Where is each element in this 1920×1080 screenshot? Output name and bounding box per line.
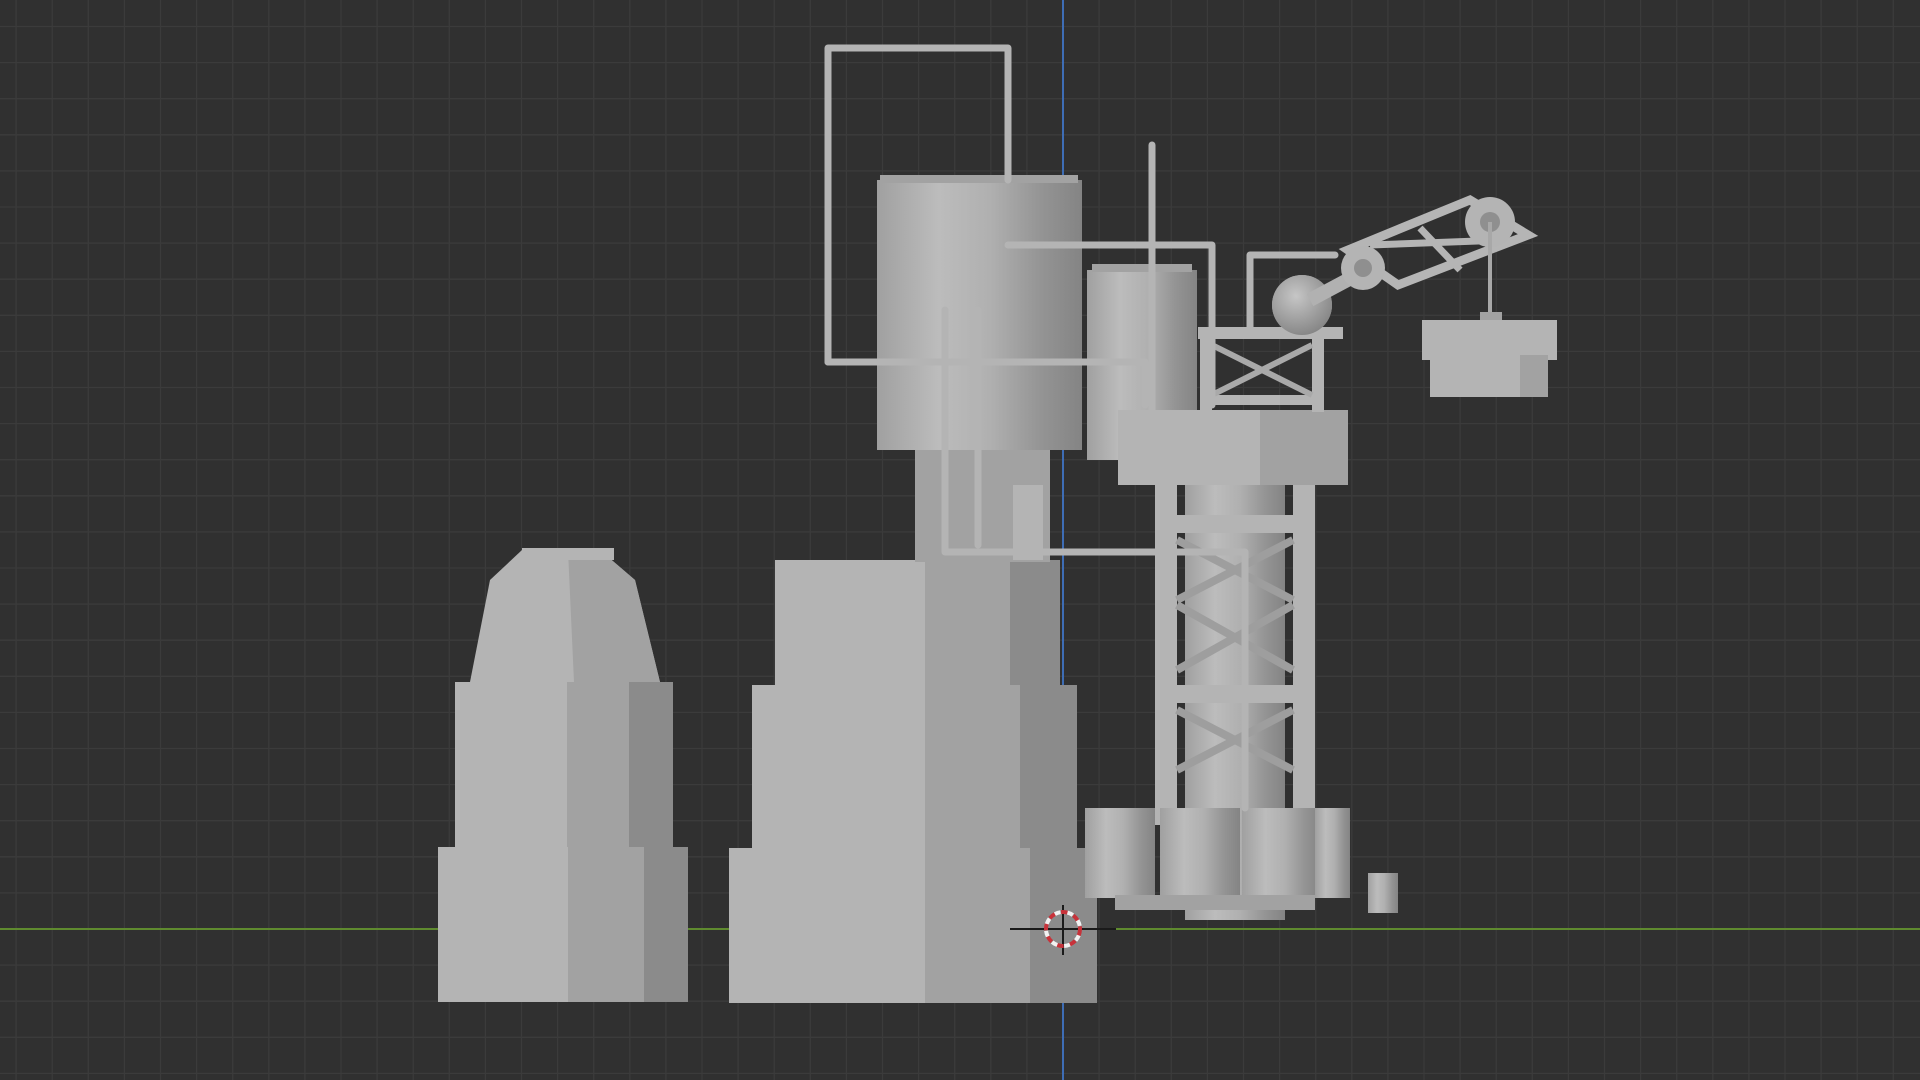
small-canister[interactable] [1368, 873, 1398, 913]
crate-lid [1422, 320, 1557, 360]
engine-sphere-shading [1272, 275, 1332, 335]
3d-viewport[interactable] [0, 0, 1920, 1080]
secondary-tank-rim [1092, 264, 1192, 272]
central-kiln-top-shade [925, 560, 1010, 685]
central-kiln-base[interactable] [729, 560, 1097, 1003]
barrel-1 [1085, 808, 1155, 898]
tower-crossbar-1 [1155, 515, 1315, 533]
tower-right-leg [1293, 460, 1315, 825]
tank-rim [880, 175, 1078, 183]
tower-left-leg [1155, 460, 1177, 825]
tower-crossbar-2 [1155, 685, 1315, 703]
crate-body-shade [1520, 355, 1548, 397]
tower-top-frame-bottom [1200, 395, 1324, 405]
barrel-3 [1242, 808, 1320, 898]
barrel-4 [1315, 808, 1350, 898]
left-kiln-top-cone-shade [568, 550, 660, 682]
barrel-2 [1160, 808, 1240, 898]
left-kiln-base-shade [568, 847, 644, 1002]
central-kiln-middle-dark [1020, 685, 1077, 848]
left-kiln-base-dark [644, 847, 688, 1002]
hanging-crate[interactable] [1422, 312, 1557, 397]
tower-platform-shade [1260, 410, 1348, 485]
left-kiln-middle-shade [567, 682, 629, 847]
left-bottle-kiln[interactable] [438, 548, 688, 1002]
central-kiln-middle-shade [925, 685, 1020, 848]
barrel-base [1115, 895, 1315, 910]
left-kiln-middle-dark [629, 682, 673, 847]
crane-arm[interactable] [1306, 194, 1539, 315]
viewport-canvas[interactable] [0, 0, 1920, 1080]
central-kiln-base-shade [925, 848, 1030, 1003]
central-kiln-top-dark [1010, 560, 1060, 685]
crane-pulley-left-hub [1354, 259, 1372, 277]
left-kiln-cap [522, 548, 614, 560]
